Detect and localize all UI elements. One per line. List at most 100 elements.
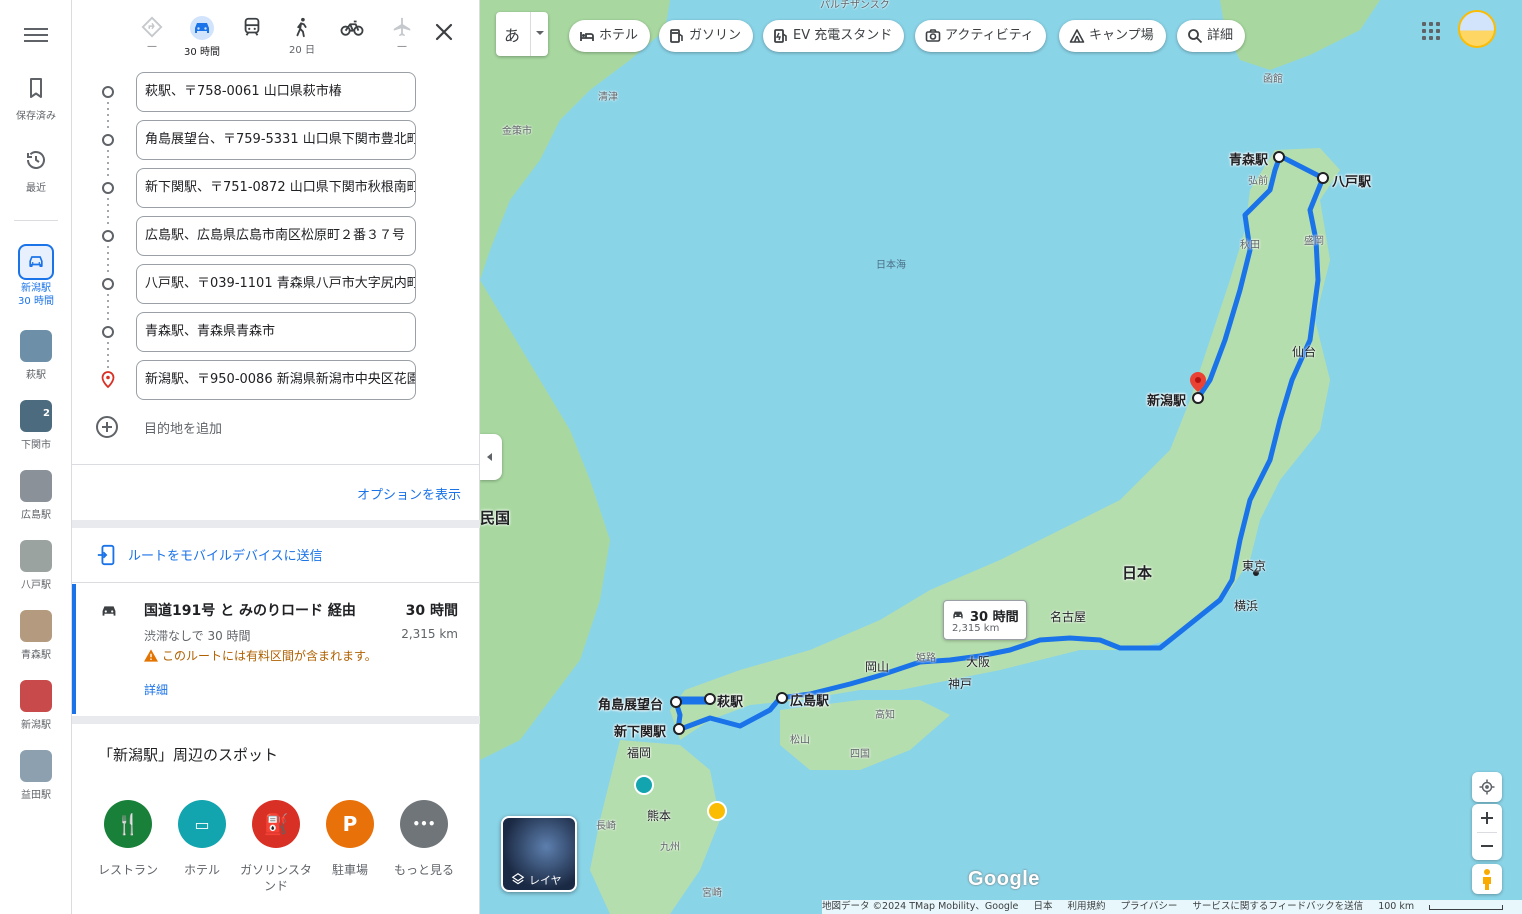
recent-place-thumbnail[interactable]: [20, 330, 52, 362]
mode-walk[interactable]: 20 日: [282, 14, 322, 58]
recent-place-label: 新潟駅: [21, 720, 51, 731]
map-filter-chip[interactable]: EV 充電スタンド: [763, 20, 905, 52]
map-graphic: [480, 0, 1380, 914]
map-filter-chip[interactable]: キャンプ場: [1059, 20, 1166, 52]
label-himeji: 姫路: [916, 653, 936, 664]
privacy-link[interactable]: プライバシー: [1121, 901, 1178, 912]
gas-station-icon: ⛽: [252, 800, 300, 848]
saved-button[interactable]: 保存済み: [0, 76, 72, 123]
waypoint-input[interactable]: 萩駅、〒758-0061 山口県萩市椿: [136, 72, 416, 112]
active-route-button[interactable]: [18, 244, 54, 280]
nearby-spot-button[interactable]: P 駐車場: [314, 800, 386, 878]
waypoint-input[interactable]: 角島展望台、〒759-5331 山口県下関市豊北町: [136, 120, 416, 160]
scale-label[interactable]: 100 km: [1378, 901, 1414, 912]
mode-best[interactable]: —: [132, 14, 172, 58]
mode-bike[interactable]: [332, 14, 372, 58]
layers-icon: [511, 873, 525, 885]
divider: [72, 464, 480, 465]
input-method-toggle[interactable]: あ: [496, 12, 548, 56]
map-filter-chip[interactable]: アクティビティ: [915, 20, 1046, 52]
nearby-spot-button[interactable]: ▭ ホテル: [166, 800, 238, 878]
route-details-link[interactable]: 詳細: [144, 681, 168, 698]
car-icon: [190, 16, 214, 40]
mode-car-label: 30 時間: [184, 47, 220, 58]
mode-flight[interactable]: —: [382, 14, 422, 58]
recent-place-thumbnail[interactable]: [20, 680, 52, 712]
label-kochi: 高知: [875, 710, 895, 721]
toll-warning: このルートには有料区間が含まれます。: [144, 647, 377, 664]
map-filter-chip[interactable]: ガソリン: [659, 20, 754, 52]
recent-place-thumbnail[interactable]: 2: [20, 400, 52, 432]
menu-icon[interactable]: [22, 24, 50, 48]
add-destination-label: 目的地を追加: [144, 422, 223, 437]
terms-link[interactable]: 利用規約: [1067, 901, 1105, 912]
recent-place-thumbnail[interactable]: [20, 470, 52, 502]
history-icon: [27, 151, 45, 169]
label-hagi[interactable]: 萩駅: [717, 691, 743, 710]
mode-car[interactable]: 30 時間: [182, 14, 222, 58]
street-view-button[interactable]: [1472, 864, 1502, 894]
show-options-link[interactable]: オプションを表示: [357, 484, 461, 503]
apps-grid-icon[interactable]: [1422, 22, 1442, 42]
active-route-dest: 新潟駅: [21, 283, 51, 294]
nearby-spot-button[interactable]: ••• もっと見る: [388, 800, 460, 878]
zoom-out-icon[interactable]: [1480, 839, 1494, 853]
label-sendai: 仙台: [1292, 345, 1317, 359]
bed-icon: [580, 32, 594, 41]
my-location-button[interactable]: [1472, 772, 1502, 802]
nearby-spot-label: レストラン: [97, 863, 158, 877]
callout-distance: 2,315 km: [952, 623, 1000, 634]
label-kimchaek: 金策市: [502, 126, 532, 137]
account-avatar[interactable]: [1458, 10, 1496, 48]
camera-icon: [925, 29, 941, 42]
waypoint-input[interactable]: 八戸駅、〒039-1101 青森県八戸市大字尻内町: [136, 264, 416, 304]
thumbnail-badge: 2: [43, 408, 50, 419]
nearby-spot-button[interactable]: 🍴 レストラン: [92, 800, 164, 878]
zoom-in-icon[interactable]: [1480, 811, 1494, 825]
chip-label: ガソリン: [689, 28, 742, 43]
label-tsunoshima[interactable]: 角島展望台: [598, 694, 663, 713]
feedback-link[interactable]: サービスに関するフィードバックを送信: [1192, 901, 1363, 912]
recent-label: 最近: [26, 183, 46, 194]
recent-place-label: 広島駅: [21, 510, 51, 521]
waypoint-input[interactable]: 青森駅、青森県青森市: [136, 312, 416, 352]
recent-button[interactable]: 最近: [0, 148, 72, 195]
map-canvas[interactable]: あ ホテル ガソリン EV 充電スタンド アクティビティ キャンプ場 詳細 日本海 日本 …: [480, 0, 1522, 914]
route-traffic-note: 渋滞なしで 30 時間: [144, 629, 251, 643]
hotel-icon: ▭: [178, 800, 226, 848]
close-icon[interactable]: [432, 20, 456, 44]
map-filter-chip[interactable]: ホテル: [569, 20, 651, 52]
route-option-card[interactable]: 国道191号 と みのりロード 経由 30 時間 渋滞なしで 30 時間 2,3…: [72, 584, 480, 714]
waypoint-input[interactable]: 広島駅、広島県広島市南区松原町２番３７号: [136, 216, 416, 256]
label-hiroshima[interactable]: 広島駅: [790, 690, 829, 709]
destination-input[interactable]: 新潟駅、〒950-0086 新潟県新潟市中央区花園: [136, 360, 416, 400]
waypoint-circle-icon: [102, 134, 114, 146]
recent-place-thumbnail[interactable]: [20, 750, 52, 782]
recent-place-thumbnail[interactable]: [20, 540, 52, 572]
mode-transit[interactable]: [232, 14, 272, 58]
route-callout[interactable]: 30 時間 2,315 km: [943, 600, 1027, 640]
parking-icon: P: [326, 800, 374, 848]
add-destination-button[interactable]: 目的地を追加: [96, 414, 396, 440]
map-filter-chip[interactable]: 詳細: [1177, 20, 1246, 52]
label-shinshimonoseki[interactable]: 新下関駅: [614, 721, 666, 740]
chip-label: 詳細: [1207, 28, 1234, 43]
nearby-spot-button[interactable]: ⛽ ガソリンスタンド: [240, 800, 312, 894]
label-aomori[interactable]: 青森駅: [1229, 149, 1268, 168]
recent-place-thumbnail[interactable]: [20, 610, 52, 642]
gas-pump-icon: [670, 29, 683, 43]
label-niigata[interactable]: 新潟駅: [1147, 390, 1186, 409]
waypoint-input[interactable]: 新下関駅、〒751-0872 山口県下関市秋根南町: [136, 168, 416, 208]
label-nagoya: 名古屋: [1050, 610, 1087, 624]
layers-button[interactable]: レイヤ: [501, 816, 577, 892]
collapse-panel-button[interactable]: [480, 434, 502, 480]
waypoint-connector: [107, 340, 109, 370]
route-title: 国道191号 と みのりロード 経由: [144, 603, 356, 619]
airplane-icon: [393, 17, 411, 37]
walking-icon: [296, 17, 307, 38]
ime-divider: [530, 12, 531, 56]
section-divider: [72, 520, 480, 528]
region-link[interactable]: 日本: [1033, 901, 1052, 912]
recent-place-label: 萩駅: [26, 370, 46, 381]
label-hachinohe[interactable]: 八戸駅: [1332, 171, 1371, 190]
